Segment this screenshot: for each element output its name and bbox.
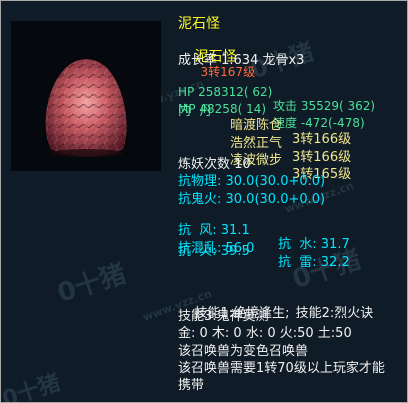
resist-thunder: 抗 雷: 32.2 [278, 255, 350, 270]
variant-note: 该召唤兽为变色召唤兽 [178, 344, 309, 359]
skill-3: 技能3:鬼神莫测 [178, 309, 269, 324]
refine-count: 炼妖次数 10 [178, 157, 251, 172]
pet-portrait [11, 21, 161, 171]
watermark-logo: 0十猪 [53, 258, 130, 309]
carry-requirement-note: 该召唤兽需要1转70级以上玩家才能 [178, 361, 385, 376]
resist-water: 抗 水: 31.7 [278, 237, 350, 252]
skill-2: 技能2:烈火诀 [295, 306, 374, 321]
element-values: 金: 0 木: 0 水: 0 火:50 土:50 [178, 326, 352, 341]
resist-ghost-fire: 抗鬼火: 30.0(30.0+0.0) [178, 192, 326, 207]
inner-dan-label: 内 丹 [178, 104, 213, 119]
carry-requirement-note-cont: 携带 [178, 378, 205, 393]
watermark-logo: 0十猪 [0, 370, 64, 403]
resist-fire: 抗 火: 39.5 [178, 244, 250, 259]
mud-rock-monster-image [45, 59, 127, 157]
attack-value: 攻击 35529( 362) [273, 99, 376, 113]
inner-dan-level: 3转166级 [292, 132, 352, 147]
speed-value: 速度 -472(-478) [273, 116, 365, 130]
growth-rate: 成长率 1.634 龙骨x3 [178, 53, 305, 68]
inner-dan-level: 3转166级 [292, 150, 352, 165]
pet-tooltip-panel: 0十猪 www.yzz.cn 0十猪 www.yzz.cn 0十猪 www.yz… [0, 0, 408, 403]
pet-title: 泥石怪 [178, 16, 220, 32]
resist-physical: 抗物理: 30.0(30.0+0.0) [178, 174, 326, 189]
